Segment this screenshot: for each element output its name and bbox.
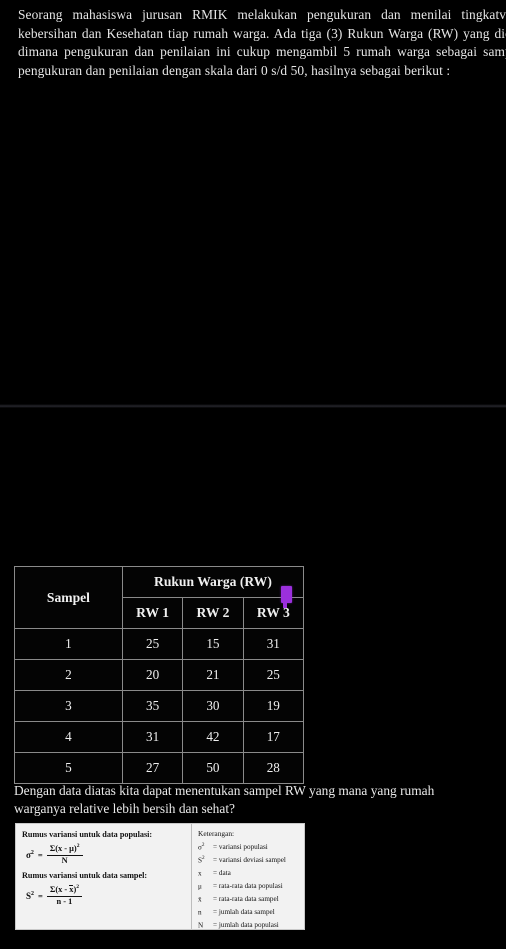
cell-rw3: 19 — [242, 690, 305, 722]
population-denominator: N — [61, 855, 68, 865]
header-rw-1: RW 1 — [121, 597, 184, 629]
sample-formula-title: Rumus variansi untuk data sampel: — [22, 871, 148, 880]
population-fraction: Σ(x - μ)2 N — [46, 843, 83, 865]
cell-rw1: 35 — [121, 690, 184, 722]
text-cursor-icon[interactable] — [281, 586, 292, 608]
table-row: 4 31 42 17 — [14, 721, 305, 753]
intro-paragraph-block: . Seorang mahasiswa jurusan RMIK melakuk… — [0, 6, 506, 80]
legend-item: N = jumlah data populasi — [198, 918, 301, 930]
legend-definition: = rata-rata data populasi — [213, 882, 283, 891]
cell-rw1: 25 — [121, 628, 184, 660]
keterangan-title: Keterangan: — [198, 829, 235, 838]
table-header-row-group: Sampel Rukun Warga (RW) — [14, 566, 305, 629]
cell-rw1: 31 — [121, 721, 184, 753]
sample-fraction: Σ(x - x)2 n - 1 — [46, 884, 83, 907]
cell-sampel: 3 — [14, 690, 123, 722]
legend-item: n = jumlah data sampel — [198, 905, 301, 918]
formula-left-column: Rumus variansi untuk data populasi: σ2 =… — [16, 824, 192, 929]
cell-rw3: 17 — [242, 721, 305, 753]
legend-symbol: N — [198, 921, 204, 930]
cell-rw2: 30 — [182, 690, 244, 722]
cell-rw2: 50 — [182, 752, 244, 784]
page-divider — [0, 404, 506, 408]
cell-sampel: 2 — [14, 659, 123, 691]
cell-rw3: 28 — [242, 752, 305, 784]
population-lhs: σ2 — [26, 850, 34, 860]
measurement-table: Sampel Rukun Warga (RW) RW 1 RW 2 RW 3 1… — [14, 566, 305, 784]
legend-item: σ2 = variansi populasi — [198, 840, 301, 853]
cell-sampel: 4 — [14, 721, 123, 753]
legend-item: μ = rata-rata data populasi — [198, 879, 301, 892]
population-variance-equation: σ2 = Σ(x - μ)2 N — [26, 840, 187, 870]
legend-item: x̄ = rata-rata data sampel — [198, 892, 301, 905]
table-row: 5 27 50 28 — [14, 752, 305, 784]
cell-rw1: 27 — [121, 752, 184, 784]
header-rw-3: RW 3 — [242, 597, 305, 629]
legend-definition: = jumlah data populasi — [213, 921, 279, 930]
legend-symbol: S2 — [198, 854, 205, 865]
header-rw-2: RW 2 — [182, 597, 244, 629]
cell-rw3: 31 — [242, 628, 305, 660]
sample-denominator: n - 1 — [56, 897, 73, 906]
legend-definition: = jumlah data sampel — [213, 908, 275, 917]
header-sampel: Sampel — [14, 566, 123, 629]
legend-definition: = rata-rata data sampel — [213, 895, 279, 904]
table-row: 2 20 21 25 — [14, 659, 305, 691]
legend-item: x = data — [198, 866, 301, 879]
legend-item: S2 = variansi deviasi sampel — [198, 853, 301, 866]
intro-paragraph-text: Seorang mahasiswa jurusan RMIK melakukan… — [18, 7, 506, 78]
document-page: . Seorang mahasiswa jurusan RMIK melakuk… — [0, 0, 506, 949]
cell-rw2: 42 — [182, 721, 244, 753]
population-numerator: Σ(x - μ)2 — [49, 843, 80, 854]
legend-symbol: x — [198, 869, 202, 878]
legend-definition: = variansi populasi — [213, 843, 268, 852]
sample-variance-equation: S2 = Σ(x - x)2 n - 1 — [26, 881, 187, 911]
equals-sign: = — [38, 891, 43, 901]
equals-sign: = — [37, 850, 43, 860]
question-text: Dengan data diatas kita dapat menentukan… — [14, 783, 435, 817]
table-row: 3 35 30 19 — [14, 690, 305, 722]
cell-rw2: 15 — [182, 628, 244, 660]
legend-symbol: n — [198, 908, 202, 917]
data-table-container: Sampel Rukun Warga (RW) RW 1 RW 2 RW 3 1… — [14, 566, 305, 784]
legend-symbol: μ — [198, 882, 202, 891]
sample-lhs: S2 — [26, 891, 35, 901]
sample-numerator: Σ(x - x)2 — [49, 884, 80, 895]
legend-symbol: σ2 — [198, 842, 205, 852]
cell-rw3: 25 — [242, 659, 305, 691]
legend-definition: = variansi deviasi sampel — [213, 856, 286, 865]
legend-definition: = data — [213, 869, 231, 878]
legend-symbol: x̄ — [198, 895, 202, 904]
question-block: Dengan data diatas kita dapat menentukan… — [14, 782, 484, 819]
cell-sampel: 1 — [14, 628, 123, 660]
population-formula-title: Rumus variansi untuk data populasi: — [22, 830, 153, 839]
formula-legend-column: Keterangan: σ2 = variansi populasi S2 = … — [192, 824, 304, 929]
header-rukun-warga: Rukun Warga (RW) — [121, 566, 305, 598]
table-row: 1 25 15 31 — [14, 628, 305, 660]
cell-rw2: 21 — [182, 659, 244, 691]
cell-rw1: 20 — [121, 659, 184, 691]
cell-sampel: 5 — [14, 752, 123, 784]
variance-formula-figure: Rumus variansi untuk data populasi: σ2 =… — [15, 823, 305, 930]
